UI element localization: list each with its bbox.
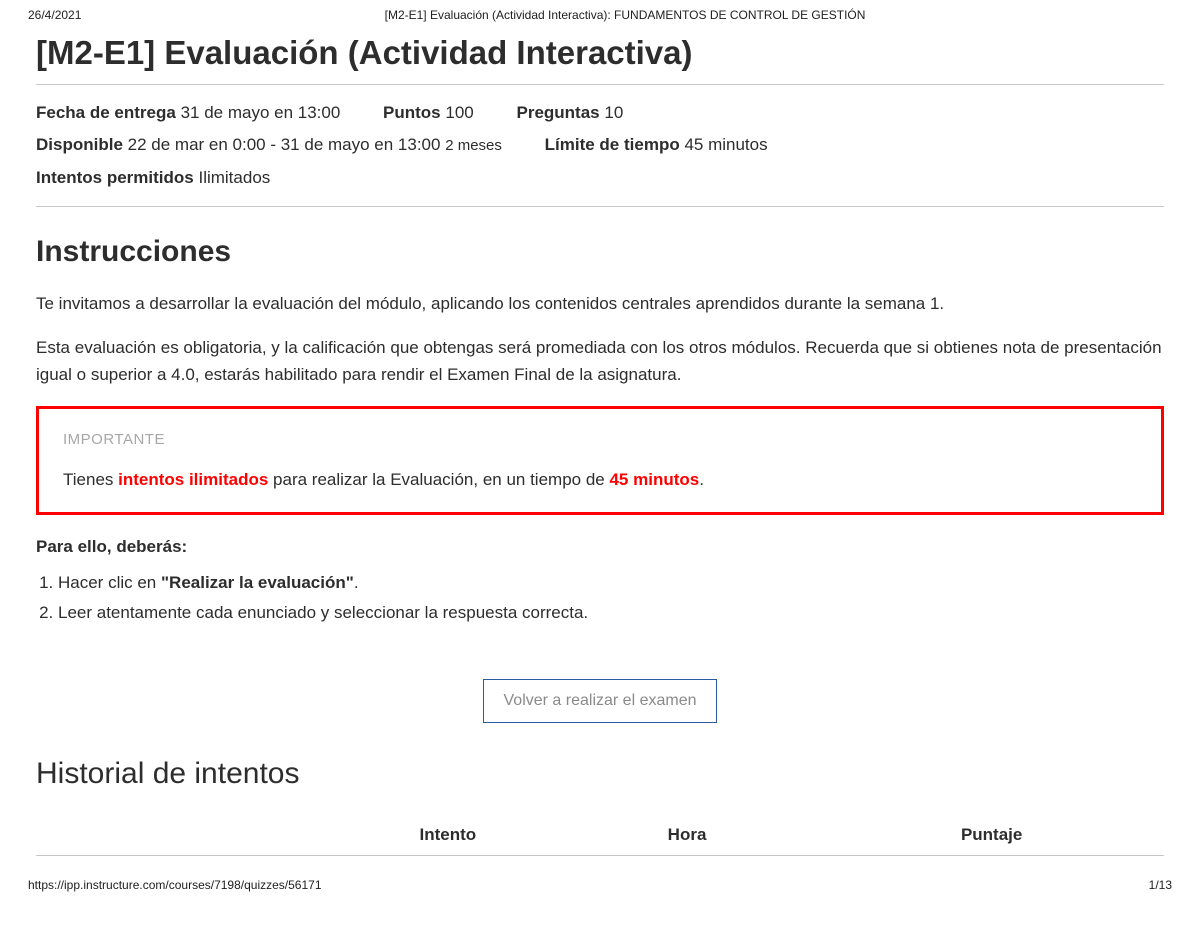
page-title: [M2-E1] Evaluación (Actividad Interactiv… (36, 34, 1164, 72)
steps-subhead: Para ello, deberás: (36, 537, 1164, 557)
steps-list: Hacer clic en "Realizar la evaluación". … (36, 569, 1164, 627)
available-value: 22 de mar en 0:00 - 31 de mayo en 13:00 (128, 135, 441, 154)
print-date: 26/4/2021 (28, 8, 81, 22)
retake-exam-button[interactable]: Volver a realizar el examen (483, 679, 718, 723)
attempts-value: Ilimitados (198, 168, 270, 187)
print-header: 26/4/2021 [M2-E1] Evaluación (Actividad … (0, 0, 1200, 26)
step-2: Leer atentamente cada enunciado y selecc… (58, 599, 1164, 627)
time-limit-value: 45 minutos (684, 135, 767, 154)
print-page-number: 1/13 (1149, 878, 1172, 892)
history-col-intento: Intento (420, 825, 668, 845)
time-limit-label: Límite de tiempo (545, 135, 680, 154)
important-attempts: intentos ilimitados (118, 470, 268, 489)
available-duration: 2 meses (445, 137, 502, 154)
important-text: Tienes intentos ilimitados para realizar… (63, 470, 1137, 490)
attempts-label: Intentos permitidos (36, 168, 194, 187)
instructions-paragraph-2: Esta evaluación es obligatoria, y la cal… (36, 335, 1164, 388)
instructions-paragraph-1: Te invitamos a desarrollar la evaluación… (36, 291, 1164, 317)
important-time: 45 minutos (609, 470, 699, 489)
questions-value: 10 (604, 103, 623, 122)
history-table: Intento Hora Puntaje (36, 813, 1164, 856)
important-label: IMPORTANTE (63, 431, 1137, 448)
quiz-meta: Fecha de entrega 31 de mayo en 13:00 Pun… (36, 85, 1164, 206)
print-doc-title: [M2-E1] Evaluación (Actividad Interactiv… (81, 8, 1168, 22)
important-box: IMPORTANTE Tienes intentos ilimitados pa… (36, 406, 1164, 515)
available-label: Disponible (36, 135, 123, 154)
divider (36, 206, 1164, 207)
due-date-label: Fecha de entrega (36, 103, 176, 122)
step-1: Hacer clic en "Realizar la evaluación". (58, 569, 1164, 597)
points-value: 100 (445, 103, 473, 122)
history-col-puntaje: Puntaje (961, 825, 1164, 845)
history-heading: Historial de intentos (36, 757, 1164, 791)
points-label: Puntos (383, 103, 441, 122)
instructions-heading: Instrucciones (36, 235, 1164, 269)
print-url: https://ipp.instructure.com/courses/7198… (28, 878, 322, 892)
print-footer: https://ipp.instructure.com/courses/7198… (0, 864, 1200, 902)
due-date-value: 31 de mayo en 13:00 (181, 103, 341, 122)
questions-label: Preguntas (516, 103, 599, 122)
history-col-hora: Hora (668, 825, 961, 845)
